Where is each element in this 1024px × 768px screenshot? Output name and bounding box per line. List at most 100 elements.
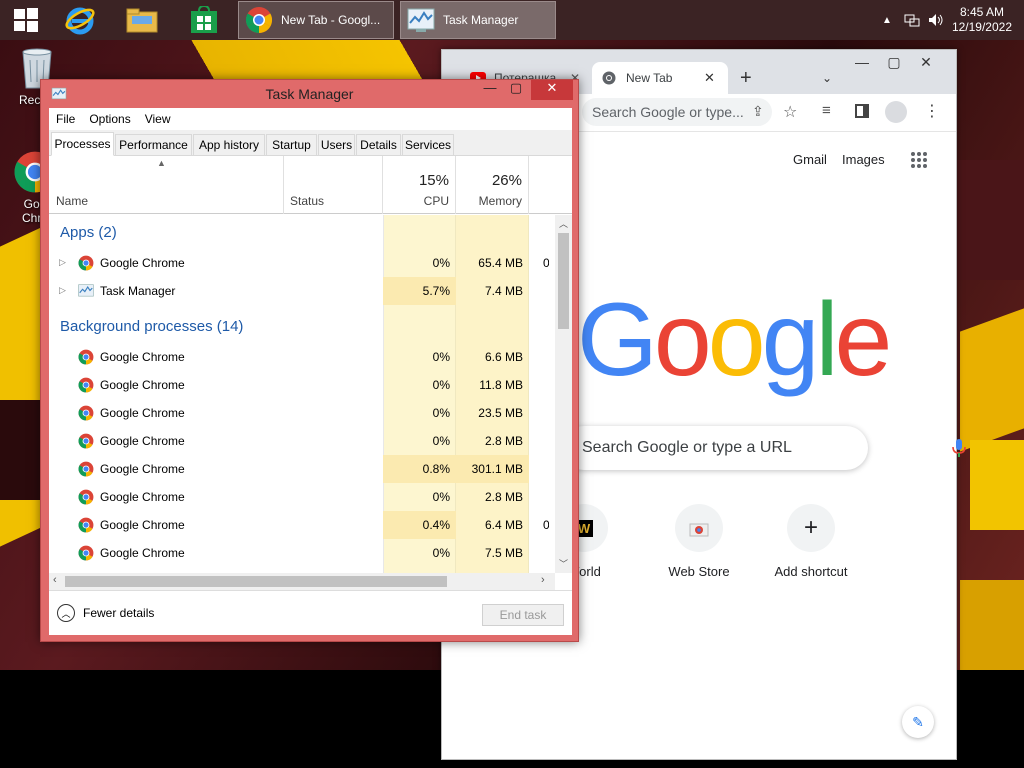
images-link[interactable]: Images [842, 152, 885, 167]
horizontal-scrollbar[interactable]: ‹ › [49, 573, 555, 590]
table-row[interactable]: Google Chrome 0% 2.8 MB [49, 483, 549, 511]
process-memory: 301.1 MB [456, 455, 529, 483]
table-row[interactable]: ▷ Task Manager 5.7% 7.4 MB [49, 277, 549, 305]
maximize-button[interactable]: ▢ [878, 54, 910, 74]
bookmark-star-icon[interactable]: ☆ [783, 102, 797, 122]
process-memory: 6.4 MB [484, 518, 523, 532]
scroll-down-icon[interactable]: ﹀ [559, 557, 568, 570]
taskbar-task-label: New Tab - Googl... [281, 13, 381, 27]
menu-file[interactable]: File [49, 112, 82, 126]
table-row[interactable]: Google Chrome 0% 2.8 MB [49, 427, 549, 455]
close-window-button[interactable]: ✕ [910, 54, 942, 74]
chrome-menu-icon[interactable]: ⋮ [924, 101, 940, 121]
chrome-icon [78, 545, 94, 561]
collapse-up-icon: ︿ [57, 604, 75, 622]
clock-time: 8:45 AM [959, 5, 1004, 19]
scrollbar-thumb[interactable] [65, 576, 447, 587]
minimize-button[interactable]: — [477, 80, 503, 100]
expand-icon[interactable]: ▷ [59, 257, 66, 268]
column-label: Name [56, 194, 89, 208]
column-status-header[interactable]: Status [284, 156, 383, 214]
close-window-button[interactable]: ✕ [531, 80, 573, 100]
scroll-up-icon[interactable]: ︿ [559, 217, 568, 230]
process-name: Google Chrome [100, 406, 185, 420]
show-hidden-icons-icon[interactable]: ▲ [882, 15, 892, 26]
close-tab-icon[interactable]: ✕ [704, 70, 715, 86]
clock[interactable]: 8:45 AM 12/19/2022 [944, 5, 1024, 35]
tab-startup[interactable]: Startup [266, 134, 317, 156]
share-icon[interactable]: ⇪ [752, 103, 764, 120]
store-button[interactable] [178, 0, 230, 40]
reading-list-icon[interactable]: ≡ [822, 102, 831, 119]
microphone-icon[interactable] [952, 438, 966, 458]
menu-view[interactable]: View [138, 112, 178, 126]
file-explorer-button[interactable] [116, 0, 168, 40]
process-disk: 0 [543, 256, 549, 270]
gmail-link[interactable]: Gmail [793, 152, 827, 167]
maximize-button[interactable]: ▢ [503, 80, 529, 100]
task-manager-icon [407, 8, 435, 32]
table-row[interactable]: Google Chrome 0% 7.5 MB [49, 539, 549, 567]
menu-options[interactable]: Options [82, 112, 137, 126]
customize-chrome-button[interactable]: ✎ [902, 706, 934, 738]
expand-icon[interactable]: ▷ [59, 285, 66, 296]
process-cpu: 0.4% [383, 511, 456, 539]
end-task-button[interactable]: End task [482, 604, 564, 626]
table-row[interactable]: Google Chrome 0% 23.5 MB [49, 399, 549, 427]
scroll-left-icon[interactable]: ‹ [53, 574, 57, 586]
add-shortcut-button[interactable]: + Add shortcut [761, 504, 861, 579]
shortcut-web-store[interactable]: Web Store [649, 504, 749, 579]
tab-performance[interactable]: Performance [115, 134, 192, 156]
vertical-scrollbar[interactable]: ︿ ﹀ [555, 215, 572, 573]
chrome-icon [78, 405, 94, 421]
volume-icon[interactable] [928, 12, 944, 28]
scroll-right-icon[interactable]: › [541, 574, 545, 586]
taskbar-task-chrome[interactable]: New Tab - Googl... [238, 1, 394, 39]
folder-icon [126, 8, 158, 33]
column-cpu-header[interactable]: 15% CPU [383, 156, 456, 214]
column-name-header[interactable]: ▲ Name [49, 156, 284, 214]
network-icon[interactable] [904, 12, 920, 28]
taskbar: New Tab - Googl... Task Manager ▲ 8:45 A… [0, 0, 1024, 40]
table-row[interactable]: Google Chrome 0% 6.6 MB [49, 343, 549, 371]
tab-details[interactable]: Details [356, 134, 401, 156]
store-icon [191, 6, 217, 33]
table-row[interactable]: Google Chrome 0.8% 301.1 MB [49, 455, 549, 483]
menu-bar: File Options View [49, 108, 572, 130]
table-row[interactable]: Google Chrome 0.4% 6.4 MB 0 [49, 511, 549, 539]
profile-avatar-icon[interactable] [885, 101, 907, 123]
process-cpu: 5.7% [383, 277, 456, 305]
system-tray: ▲ 8:45 AM 12/19/2022 [882, 0, 1024, 40]
tab-search-button[interactable]: ⌄ [822, 62, 832, 94]
chrome-icon [78, 433, 94, 449]
tab-processes[interactable]: Processes [51, 132, 114, 156]
internet-explorer-button[interactable] [54, 0, 106, 40]
column-label: Status [290, 194, 325, 208]
google-logo: Google [577, 288, 892, 392]
new-tab-button[interactable]: + [740, 62, 752, 94]
taskbar-task-task-manager[interactable]: Task Manager [400, 1, 556, 39]
chrome-tab-new-tab[interactable]: New Tab ✕ [592, 62, 728, 94]
fewer-details-button[interactable]: ︿ Fewer details [57, 604, 154, 622]
google-apps-icon[interactable] [910, 151, 928, 169]
plus-icon: + [803, 514, 818, 541]
column-memory-header[interactable]: 26% Memory [456, 156, 529, 214]
task-manager-titlebar[interactable]: Task Manager — ▢ ✕ [41, 80, 578, 108]
tab-users[interactable]: Users [318, 134, 355, 156]
scrollbar-thumb[interactable] [558, 233, 569, 329]
chevron-down-icon: ⌄ [822, 71, 833, 85]
logo-letter: l [815, 282, 838, 398]
side-panel-icon[interactable] [855, 104, 869, 118]
table-row[interactable]: Google Chrome 0% 11.8 MB [49, 371, 549, 399]
chrome-icon [78, 377, 94, 393]
tab-services[interactable]: Services [402, 134, 454, 156]
column-label: CPU [423, 194, 449, 208]
address-bar[interactable]: Search Google or type... [582, 98, 772, 126]
task-manager-footer: ︿ Fewer details End task [49, 590, 572, 635]
close-icon: ✕ [920, 54, 932, 70]
minimize-button[interactable]: — [846, 54, 878, 74]
start-button[interactable] [0, 0, 52, 40]
table-row[interactable]: ▷ Google Chrome 0% 65.4 MB 0 [49, 249, 549, 277]
google-search-box[interactable]: Search Google or type a URL [562, 426, 966, 470]
tab-app-history[interactable]: App history [193, 134, 265, 156]
